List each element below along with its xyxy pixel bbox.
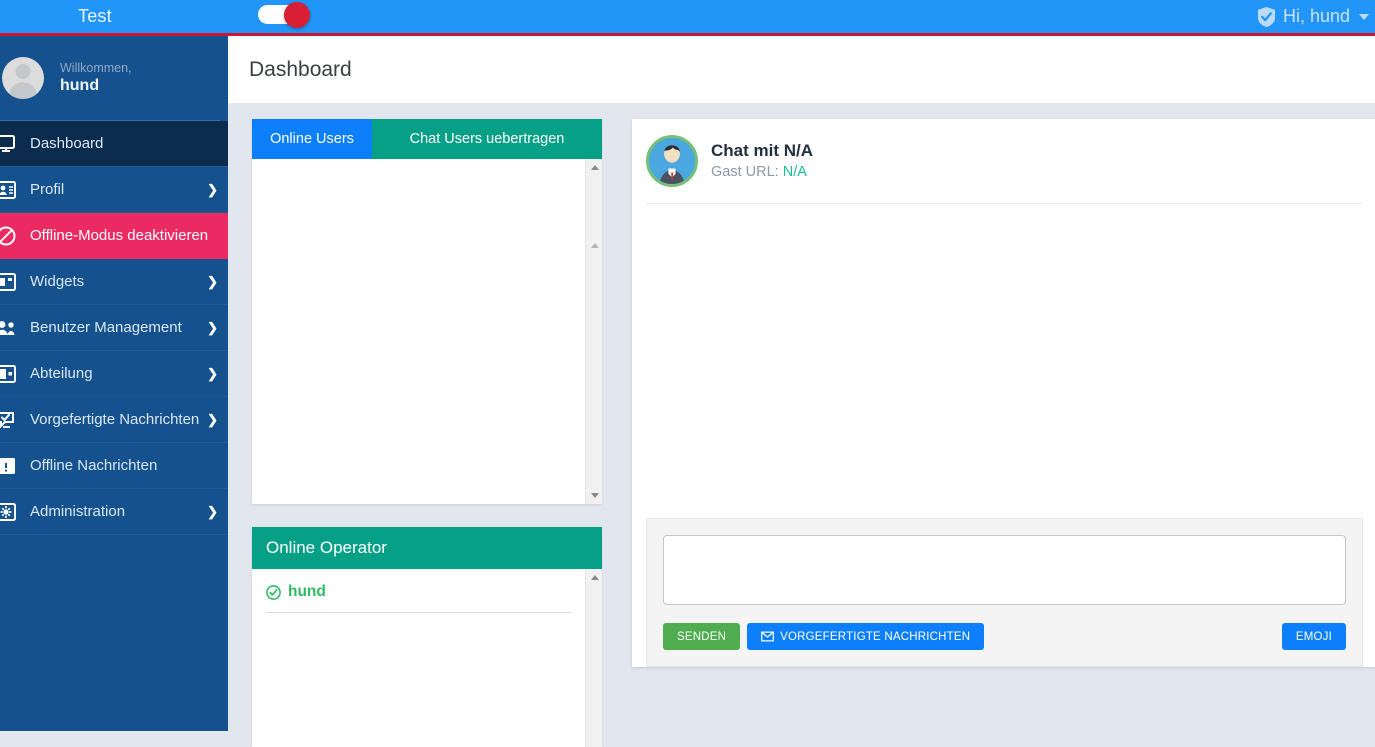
online-users-list-content — [252, 159, 585, 504]
page-header: Dashboard — [228, 36, 1375, 103]
sidebar-item-label: Benutzer Management — [30, 319, 182, 336]
left-column: Online Users Chat Users uebertragen Onli… — [252, 119, 602, 747]
chevron-right-icon: ❯ — [207, 503, 218, 519]
envelope-alert-icon — [0, 457, 20, 475]
chat-messages — [646, 204, 1363, 518]
composer-actions: SENDEN VORGEFERTIGTE NACHRICHTEN EMOJI — [663, 623, 1346, 650]
users-icon — [0, 319, 20, 337]
guest-url-row: Gast URL: N/A — [711, 162, 813, 182]
guest-url-value[interactable]: N/A — [783, 164, 807, 180]
online-users-list — [252, 159, 602, 504]
sidebar-item-offline-mode[interactable]: Offline-Modus deaktivieren — [0, 213, 228, 259]
sidebar-item-label: Vorgefertigte Nachrichten — [30, 411, 200, 428]
chat-composer: SENDEN VORGEFERTIGTE NACHRICHTEN EMOJI — [646, 518, 1363, 667]
chevron-right-icon: ❯ — [207, 411, 218, 427]
online-operator-list: hund — [252, 569, 602, 747]
tab-online-users[interactable]: Online Users — [252, 119, 372, 159]
welcome-label: Willkommen, — [60, 60, 132, 75]
top-header-bar: Test Hi, hund — [0, 0, 1375, 33]
id-card-icon — [0, 180, 20, 199]
chat-title: Chat mit N/A — [711, 141, 813, 160]
online-operator-scrollbar[interactable] — [585, 569, 602, 747]
send-button[interactable]: SENDEN — [663, 623, 741, 650]
sidebar-item-label: Abteilung — [30, 365, 93, 382]
emoji-button[interactable]: EMOJI — [1281, 623, 1346, 650]
chevron-right-icon: ❯ — [207, 365, 218, 381]
sidebar-item-vorgefertigte-nachrichten[interactable]: Vorgefertigte Nachrichten ❯ — [0, 397, 228, 443]
sidebar-nav: Dashboard Profil ❯ Offline-Modus deaktiv… — [0, 121, 228, 535]
online-users-scrollbar[interactable] — [585, 159, 602, 504]
chat-panel: Chat mit N/A Gast URL: N/A SENDEN VORGEF… — [632, 119, 1375, 667]
gear-icon — [0, 502, 20, 521]
list-item[interactable]: hund — [266, 583, 571, 613]
canned-messages-label: VORGEFERTIGTE NACHRICHTEN — [780, 630, 971, 643]
sidebar-item-label: Dashboard — [30, 135, 104, 152]
sidebar-item-profil[interactable]: Profil ❯ — [0, 167, 228, 213]
message-check-icon — [0, 410, 20, 430]
sidebar-user-name: hund — [60, 76, 100, 94]
sidebar-item-label: Offline-Modus deaktivieren — [30, 227, 209, 244]
online-operator-list-content: hund — [252, 569, 585, 747]
message-input[interactable] — [663, 535, 1346, 605]
brand-title: Test — [78, 6, 112, 26]
sidebar-item-label: Widgets — [30, 273, 85, 290]
offline-mode-toggle[interactable] — [258, 2, 314, 28]
toggle-knob[interactable] — [284, 2, 310, 28]
scroll-up-arrow-icon[interactable] — [586, 569, 603, 586]
sidebar-item-administration[interactable]: Administration ❯ — [0, 489, 228, 535]
online-users-panel: Online Users Chat Users uebertragen — [252, 119, 602, 504]
online-operator-panel: Online Operator hund — [252, 527, 602, 747]
main-content: Dashboard Online Users Chat Users uebert… — [228, 36, 1375, 747]
widget-icon — [0, 272, 20, 291]
sidebar-item-abteilung[interactable]: Abteilung ❯ — [0, 351, 228, 397]
chevron-right-icon: ❯ — [207, 319, 218, 335]
operator-name: hund — [288, 583, 326, 600]
page-title: Dashboard — [249, 57, 352, 81]
sidebar-item-label: Offline Nachrichten — [30, 457, 158, 474]
scroll-down-arrow-icon[interactable] — [586, 487, 603, 504]
check-circle-icon — [266, 584, 281, 600]
tab-chat-users-transfer[interactable]: Chat Users uebertragen — [372, 119, 602, 159]
shield-check-icon — [1257, 6, 1276, 28]
no-entry-icon — [0, 226, 20, 246]
sidebar-item-offline-nachrichten[interactable]: Offline Nachrichten — [0, 443, 228, 489]
building-icon — [0, 364, 20, 383]
chevron-right-icon: ❯ — [207, 273, 218, 289]
chat-column: Chat mit N/A Gast URL: N/A SENDEN VORGEF… — [632, 119, 1375, 667]
users-panel-tabs: Online Users Chat Users uebertragen — [252, 119, 602, 159]
chevron-down-icon[interactable] — [1359, 13, 1369, 20]
monitor-icon — [0, 134, 20, 153]
sidebar: Willkommen, hund Dashboard Profil ❯ Offl… — [0, 36, 228, 731]
guest-url-label: Gast URL: — [711, 164, 779, 180]
sidebar-item-widgets[interactable]: Widgets ❯ — [0, 259, 228, 305]
scroll-thumb[interactable] — [591, 243, 599, 248]
sidebar-item-label: Profil — [30, 181, 65, 198]
chevron-right-icon: ❯ — [207, 181, 218, 197]
operator-avatar-icon — [646, 135, 698, 187]
scroll-up-arrow-icon[interactable] — [586, 159, 603, 176]
sidebar-item-benutzer-management[interactable]: Benutzer Management ❯ — [0, 305, 228, 351]
user-menu[interactable]: Hi, hund — [1257, 0, 1369, 33]
envelope-icon — [761, 631, 775, 642]
user-avatar-icon — [2, 57, 44, 99]
sidebar-item-label: Administration — [30, 503, 126, 520]
online-operator-title: Online Operator — [252, 527, 602, 569]
sidebar-profile[interactable]: Willkommen, hund — [0, 36, 228, 120]
canned-messages-button[interactable]: VORGEFERTIGTE NACHRICHTEN — [747, 623, 985, 650]
chat-header: Chat mit N/A Gast URL: N/A — [646, 135, 1363, 203]
user-greeting-label: Hi, hund — [1282, 6, 1350, 26]
header-accent-line — [0, 33, 1375, 36]
sidebar-item-dashboard[interactable]: Dashboard — [0, 121, 228, 167]
